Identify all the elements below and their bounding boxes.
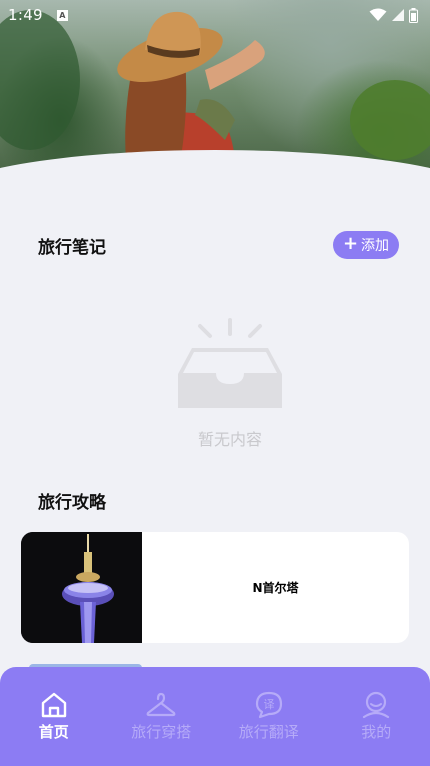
status-time: 1:49 [8, 6, 43, 24]
guide-name: N首尔塔 [252, 581, 299, 595]
tower-image [21, 532, 142, 643]
notes-section-title: 旅行笔记 [38, 238, 106, 258]
tab-home[interactable]: 首页 [0, 667, 108, 766]
tab-translate[interactable]: 译 旅行翻译 [215, 667, 323, 766]
status-bar: 1:49 A [0, 0, 430, 30]
hero-banner-image [0, 0, 430, 200]
hanger-icon [146, 692, 176, 717]
empty-inbox-icon [178, 318, 282, 408]
tab-translate-label: 旅行翻译 [238, 723, 299, 741]
home-icon [41, 692, 66, 718]
tab-outfit-label: 旅行穿搭 [131, 723, 192, 741]
svg-text:译: 译 [263, 698, 274, 711]
add-note-button[interactable]: + 添加 [333, 231, 399, 259]
empty-state-text: 暂无内容 [197, 430, 262, 449]
wifi-icon [369, 8, 387, 21]
bottom-tab-bar: 首页 旅行穿搭 译 旅行翻译 我的 [0, 667, 430, 766]
notification-badge-icon: A [56, 9, 68, 21]
tab-home-label: 首页 [38, 723, 69, 741]
guide-card[interactable]: N首尔塔 [21, 532, 409, 643]
profile-icon [363, 691, 390, 719]
tab-outfit[interactable]: 旅行穿搭 [108, 667, 216, 766]
guide-thumbnail-image [21, 532, 142, 643]
tab-profile[interactable]: 我的 [323, 667, 430, 766]
battery-icon [409, 7, 418, 23]
guides-section-title: 旅行攻略 [38, 493, 106, 513]
signal-icon [392, 9, 404, 21]
status-icons [369, 7, 418, 23]
plus-icon: + [342, 233, 359, 254]
tab-profile-label: 我的 [361, 723, 392, 741]
hero-curve [0, 150, 430, 200]
add-button-label: 添加 [361, 238, 390, 254]
translate-chat-icon: 译 [255, 691, 282, 719]
